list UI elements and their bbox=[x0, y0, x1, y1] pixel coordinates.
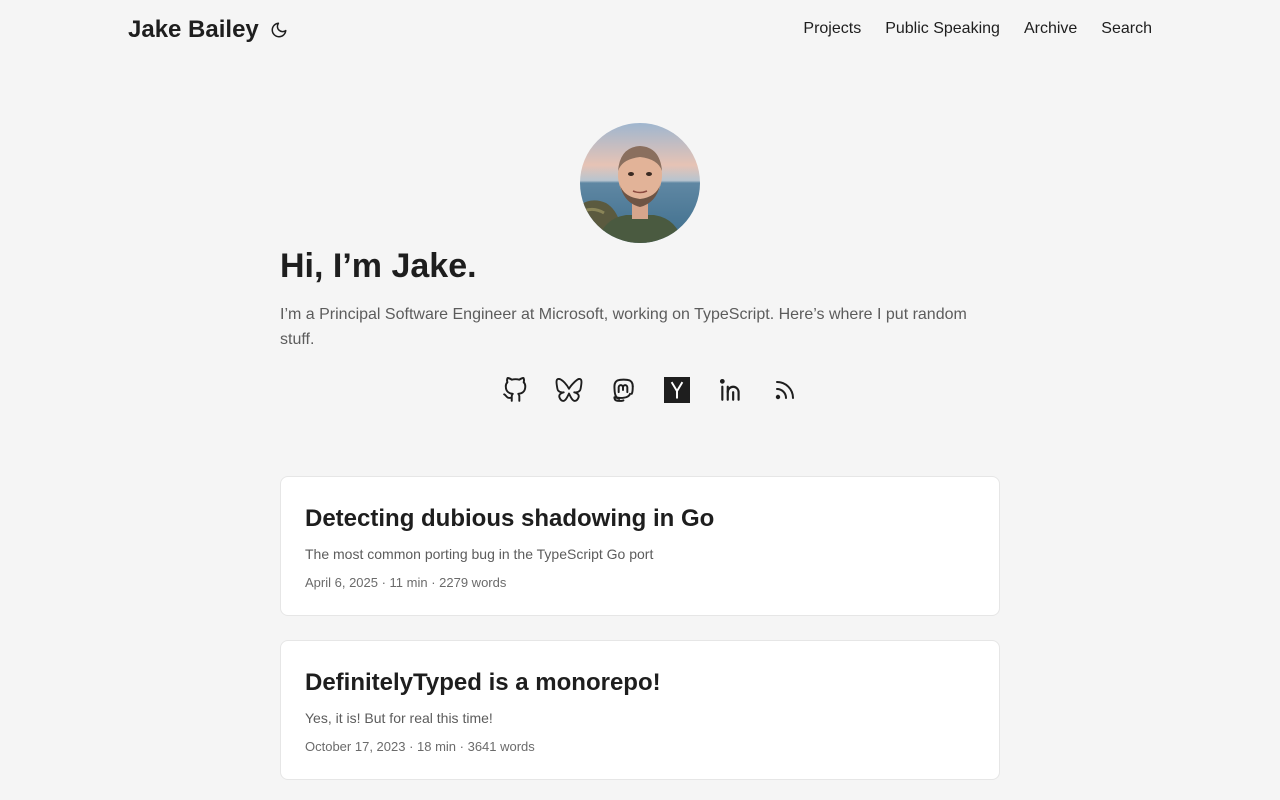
post-card[interactable]: Detecting dubious shadowing in Go The mo… bbox=[280, 476, 1000, 616]
hacker-news-link[interactable] bbox=[662, 375, 692, 405]
nav-archive[interactable]: Archive bbox=[1024, 20, 1077, 38]
social-links bbox=[500, 375, 800, 405]
theme-toggle-button[interactable] bbox=[269, 20, 289, 40]
post-card[interactable]: DefinitelyTyped is a monorepo! Yes, it i… bbox=[280, 640, 1000, 780]
moon-icon bbox=[271, 22, 287, 38]
hero-description: I’m a Principal Software Engineer at Mic… bbox=[280, 306, 967, 348]
avatar bbox=[580, 123, 700, 243]
post-summary: Yes, it is! But for real this time! bbox=[305, 710, 493, 726]
rss-link[interactable] bbox=[770, 375, 800, 405]
hacker-news-icon bbox=[664, 377, 690, 403]
hero-title: Hi, I’m Jake. bbox=[280, 247, 477, 285]
site-title-link[interactable]: Jake Bailey bbox=[128, 16, 259, 44]
github-icon bbox=[503, 377, 527, 402]
nav-public-speaking[interactable]: Public Speaking bbox=[885, 20, 1000, 38]
linkedin-link[interactable] bbox=[716, 375, 746, 405]
linkedin-icon bbox=[719, 378, 740, 401]
nav-projects[interactable]: Projects bbox=[803, 20, 861, 38]
nav-search[interactable]: Search bbox=[1101, 20, 1152, 38]
mastodon-icon bbox=[613, 378, 634, 402]
post-meta: April 6, 2025 · 11 min · 2279 words bbox=[305, 575, 507, 590]
rss-icon bbox=[775, 381, 794, 400]
post-meta: October 17, 2023 · 18 min · 3641 words bbox=[305, 739, 535, 754]
site-header: Jake Bailey Projects Public Speaking Arc… bbox=[0, 0, 1280, 60]
bluesky-icon bbox=[555, 377, 583, 402]
post-title[interactable]: Detecting dubious shadowing in Go bbox=[305, 503, 975, 535]
mastodon-link[interactable] bbox=[608, 375, 638, 405]
github-link[interactable] bbox=[500, 375, 530, 405]
bluesky-link[interactable] bbox=[554, 375, 584, 405]
post-summary: The most common porting bug in the TypeS… bbox=[305, 546, 654, 562]
main-nav: Projects Public Speaking Archive Search bbox=[803, 20, 1152, 38]
post-title[interactable]: DefinitelyTyped is a monorepo! bbox=[305, 667, 975, 699]
